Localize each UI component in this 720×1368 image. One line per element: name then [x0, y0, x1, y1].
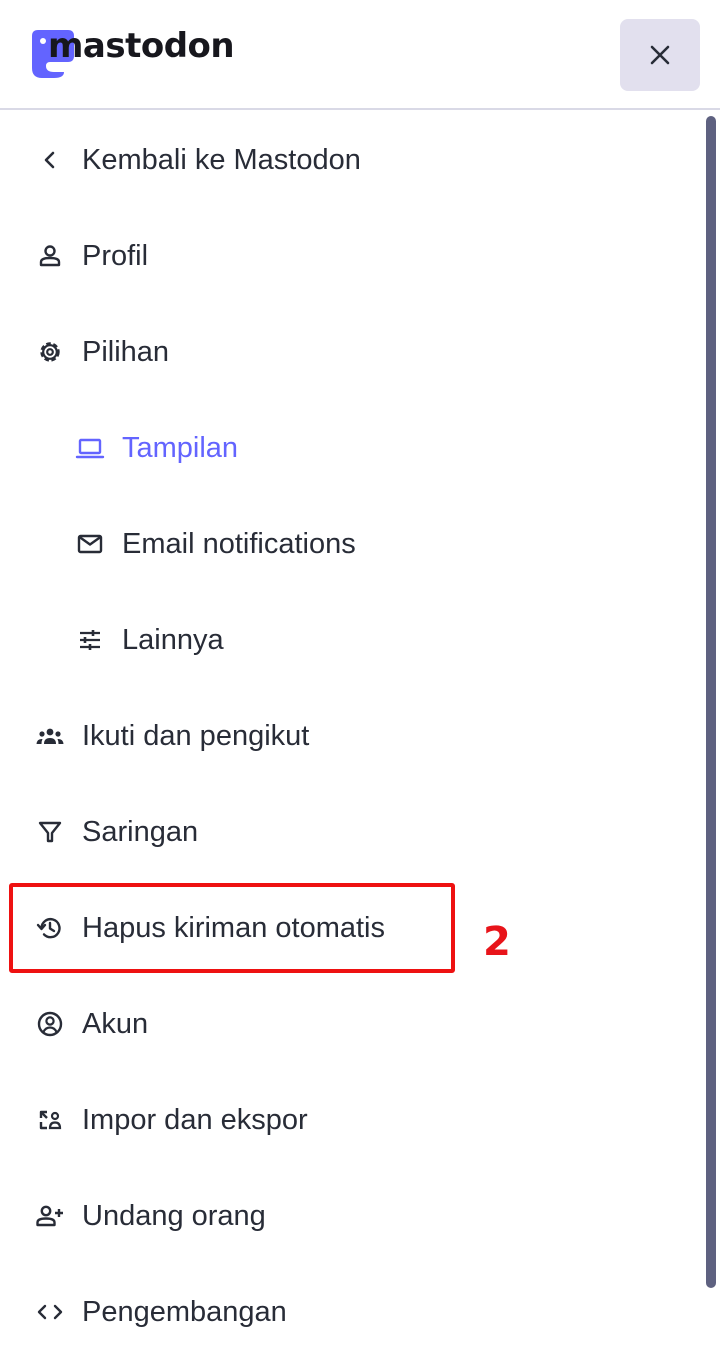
filter-icon [35, 817, 65, 847]
nav-item-akun[interactable]: Akun [0, 976, 704, 1072]
nav-item-impor-dan-ekspor[interactable]: Impor dan ekspor [0, 1072, 704, 1168]
nav-item-lainnya[interactable]: Lainnya [0, 592, 704, 688]
nav-item-label: Akun [82, 1008, 149, 1040]
nav-item-profil[interactable]: Profil [0, 208, 704, 304]
mastodon-logo[interactable]: mastodon [28, 26, 235, 82]
step-highlight-box [9, 883, 455, 973]
nav-item-label: Saringan [82, 816, 199, 848]
nav-item-label: Undang orang [82, 1200, 266, 1232]
nav-item-label: Pengembangan [82, 1296, 287, 1328]
group-icon [35, 721, 65, 751]
close-icon [650, 45, 670, 65]
nav-item-undang-orang[interactable]: Undang orang [0, 1168, 704, 1264]
nav-item-label: Pilihan [82, 336, 170, 368]
import-export-icon [35, 1105, 65, 1135]
step-number-annotation: 2 [483, 919, 511, 965]
code-icon [35, 1297, 65, 1327]
scrollbar-thumb[interactable] [706, 116, 716, 1288]
nav-item-saringan[interactable]: Saringan [0, 784, 704, 880]
gear-icon [35, 337, 65, 367]
nav-item-label: Lainnya [122, 624, 224, 656]
person-icon [35, 241, 65, 271]
chevron-left-icon [35, 145, 65, 175]
nav-item-email-notifications[interactable]: Email notifications [0, 496, 704, 592]
nav-item-tampilan[interactable]: Tampilan [0, 400, 704, 496]
app-header: mastodon [0, 0, 720, 110]
person-add-icon [35, 1201, 65, 1231]
nav-item-pengembangan[interactable]: Pengembangan [0, 1264, 704, 1360]
nav-item-ikuti-dan-pengikut[interactable]: Ikuti dan pengikut [0, 688, 704, 784]
settings-navigation: Kembali ke Mastodon Profil Pilihan Tampi… [0, 112, 704, 1368]
logo-wordmark: mastodon [48, 26, 235, 66]
nav-item-back-to-mastodon[interactable]: Kembali ke Mastodon [0, 112, 704, 208]
nav-item-label: Ikuti dan pengikut [82, 720, 310, 752]
close-button[interactable] [620, 19, 700, 91]
nav-item-label: Email notifications [122, 528, 356, 560]
nav-item-label: Impor dan ekspor [82, 1104, 308, 1136]
nav-item-label: Tampilan [122, 432, 239, 464]
account-circle-icon [35, 1009, 65, 1039]
nav-item-pilihan[interactable]: Pilihan [0, 304, 704, 400]
mail-icon [75, 529, 105, 559]
sliders-icon [75, 625, 105, 655]
nav-item-label: Kembali ke Mastodon [82, 144, 361, 176]
nav-item-label: Profil [82, 240, 149, 272]
laptop-icon [75, 433, 105, 463]
